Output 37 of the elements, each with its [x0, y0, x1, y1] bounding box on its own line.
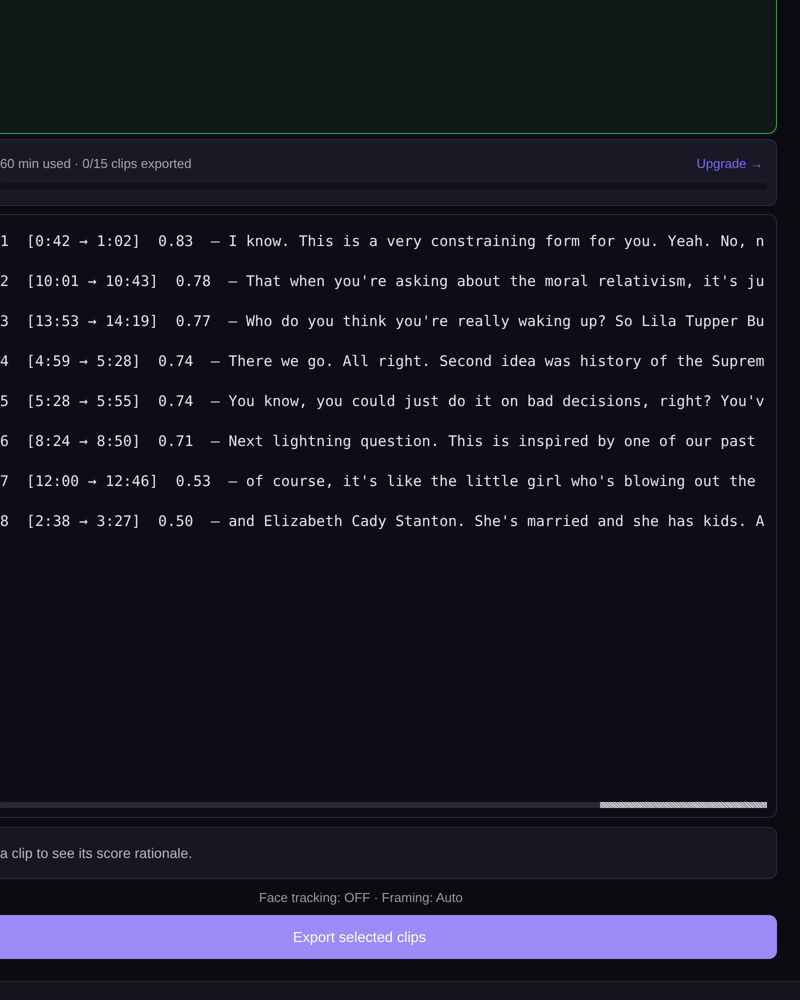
clip-score: 0.74: [158, 352, 194, 370]
clip-score: 0.50: [158, 512, 194, 530]
clip-score: 0.71: [158, 432, 194, 450]
clip-number: 4: [0, 352, 9, 370]
usage-summary: 60 min used · 0/15 clips exported: [0, 156, 192, 170]
clip-transcript[interactable]: — of course, it's like the little girl who's blowing out the: [228, 472, 756, 490]
clip-score: 0.78: [176, 272, 211, 290]
clip-transcript[interactable]: — and Elizabeth Cady Stanton. She's married and she has kids. A: [210, 512, 764, 530]
upgrade-link[interactable]: Upgrade →: [696, 156, 763, 170]
clip-transcript[interactable]: — I know. This is a very constraining form for you. Yeah. No, n: [210, 232, 764, 250]
clip-transcript[interactable]: — Next lightning question. This is inspired by one of our past: [210, 432, 756, 450]
clip-time-range: [8:24 → 8:50]: [26, 432, 141, 450]
clip-time-range: [12:00 → 12:46]: [26, 472, 158, 490]
clip-transcript[interactable]: — That when you're asking about the moral relativism, it's ju: [228, 272, 764, 290]
clip-transcript[interactable]: — There we go. All right. Second idea was history of the Suprem: [210, 352, 764, 370]
clip-score: 0.83: [158, 232, 194, 250]
clip-time-range: [10:01 → 10:43]: [26, 272, 158, 290]
clip-number: 1: [0, 232, 9, 250]
clip-score: 0.53: [176, 472, 211, 490]
clip-number: 6: [0, 432, 9, 450]
clip-time-range: [0:42 → 1:02]: [26, 232, 141, 250]
clip-score: 0.77: [176, 312, 211, 330]
scrollbar-thumb[interactable]: [600, 802, 767, 808]
clip-number: 7: [0, 472, 9, 490]
clip-number: 8: [0, 512, 9, 530]
rationale-hint: a clip to see its score rationale.: [0, 845, 192, 861]
clip-time-range: [13:53 → 14:19]: [26, 312, 158, 330]
clip-transcript[interactable]: — You know, you could just do it on bad decisions, right? You'v: [210, 392, 764, 410]
clip-number: 5: [0, 392, 9, 410]
clip-number: 2: [0, 272, 9, 290]
clip-time-range: [5:28 → 5:55]: [26, 392, 141, 410]
clip-time-range: [2:38 → 3:27]: [26, 512, 141, 530]
export-settings-text: Face tracking: OFF · Framing: Auto: [259, 889, 463, 907]
clip-score: 0.74: [158, 392, 194, 410]
clip-time-range: [4:59 → 5:28]: [26, 352, 141, 370]
clip-transcript[interactable]: — Who do you think you're really waking up? So Lila Tupper Bu: [228, 312, 764, 330]
clip-number: 3: [0, 312, 9, 330]
